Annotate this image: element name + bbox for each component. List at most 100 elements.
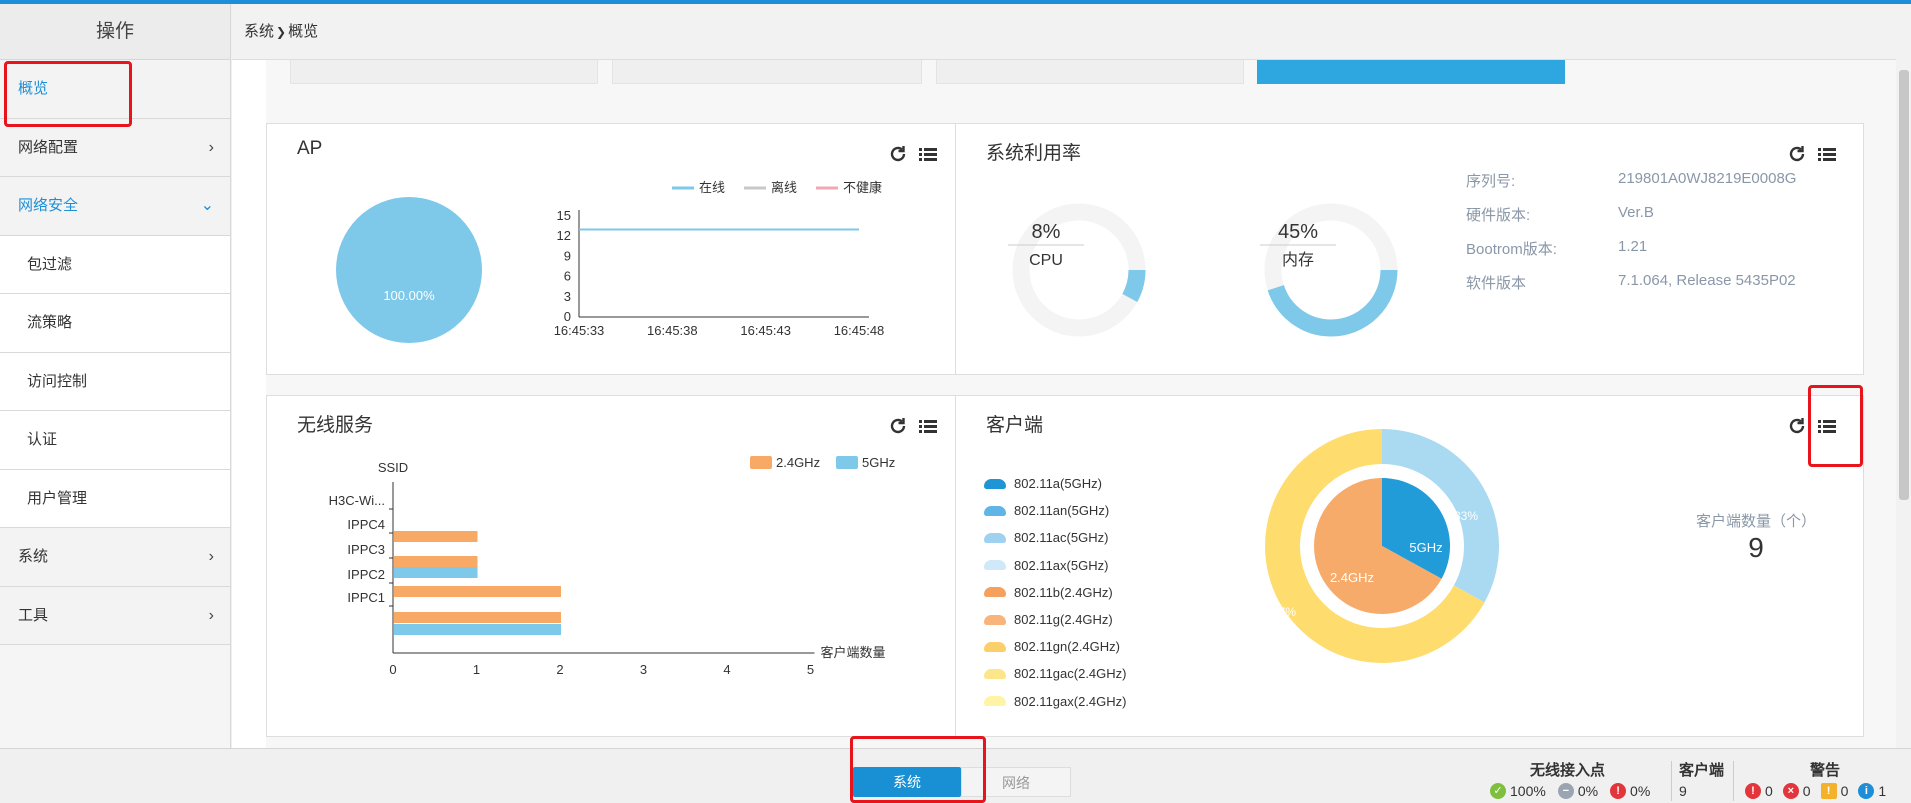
device-info: 序列号: 219801A0WJ8219E0008G 硬件版本: Ver.B Bootro… bbox=[1466, 170, 1856, 306]
chevron-right-icon: › bbox=[208, 548, 214, 565]
alarm-warning-value: 0 bbox=[1840, 783, 1849, 799]
sidebar-item-1[interactable]: 网络配置 › bbox=[0, 118, 230, 177]
outer-value-label: 67% bbox=[1272, 605, 1296, 619]
client-count-label: 客户端数量（个） bbox=[1695, 513, 1816, 530]
sidebar-item-5[interactable]: 访问控制 bbox=[0, 352, 230, 411]
y-tick-label: IPPC1 bbox=[347, 590, 385, 605]
y-tick-label: IPPC2 bbox=[347, 567, 385, 582]
inner-label-5ghz: 5GHz bbox=[1409, 540, 1442, 555]
warning-icon: ! bbox=[1820, 783, 1837, 799]
system-usage-card: 系统利用率 8% CPU 45% 内存 序列号: 219801A0WJ8219E0… bbox=[955, 123, 1864, 375]
x-tick-label: 16:45:43 bbox=[740, 323, 791, 338]
breadcrumb-separator-icon: ❯ bbox=[276, 25, 287, 39]
x-tick-label: 2 bbox=[556, 662, 563, 677]
breadcrumb: 系统 ❯ 概览 bbox=[232, 4, 1911, 60]
client-status-value: 9 bbox=[1679, 783, 1687, 799]
y-axis-title: SSID bbox=[378, 460, 408, 475]
alarm-status-title: 警告 bbox=[1810, 762, 1841, 779]
sidebar-item-8[interactable]: 系统 › bbox=[0, 528, 230, 587]
critical-alarm-icon: ! bbox=[1745, 783, 1761, 799]
minus-icon: − bbox=[1557, 783, 1574, 799]
x-tick-label: 16:45:48 bbox=[834, 323, 885, 338]
summary-tile-2[interactable] bbox=[612, 60, 922, 84]
clients-card: 客户端 802.11a(5GHz) 802.11an(5GHz) 802.11ac(… bbox=[955, 395, 1864, 737]
scrollbar-thumb[interactable] bbox=[1899, 70, 1909, 500]
ap-status-title: 无线接入点 bbox=[1530, 762, 1606, 779]
y-tick-label: 12 bbox=[557, 228, 571, 243]
sidebar-item-9[interactable]: 工具 › bbox=[0, 586, 230, 645]
bar-2-4ghz[interactable] bbox=[394, 531, 478, 542]
legend-swatch bbox=[750, 456, 772, 469]
ap-status-values: ✓ 100% −0% ! 0% bbox=[1490, 783, 1650, 799]
sidebar-item-label: 网络安全 bbox=[18, 197, 79, 214]
ap-minus-value: 0% bbox=[1577, 783, 1599, 799]
status-bar: 系统 网络 无线接入点 ✓ 100% −0% ! 0% 客户端 9 警告 ! 0 × 0… bbox=[0, 748, 1911, 803]
breadcrumb-root[interactable]: 系统 bbox=[244, 23, 274, 40]
info-row: Bootrom版本: 1.21 bbox=[1466, 238, 1856, 272]
sidebar-item-7[interactable]: 用户管理 bbox=[0, 469, 230, 528]
client-status-title: 客户端 bbox=[1679, 762, 1725, 779]
ap-charts: 100.00% 0 3 6 9 12 15 16:45:33 16:45:38 16:45:43… bbox=[336, 180, 885, 343]
status-divider bbox=[1671, 761, 1672, 801]
pie-slice-online[interactable] bbox=[336, 197, 482, 343]
y-tick-label: IPPC4 bbox=[347, 517, 385, 532]
info-row: 序列号: 219801A0WJ8219E0008G bbox=[1466, 170, 1856, 204]
alarm-critical-value: 0 bbox=[1765, 783, 1773, 799]
client-pie: 5GHz 2.4GHz 33% 67% bbox=[1265, 429, 1499, 663]
info-key: Bootrom版本: bbox=[1466, 241, 1557, 258]
wireless-bar-chart: SSID 客户端数量 0 1 2 3 4 5 H3C-Wi... IPPC4 IPPC3 IPPC2 I… bbox=[329, 455, 896, 677]
bar-5ghz[interactable] bbox=[394, 567, 478, 578]
sidebar-item-label: 访问控制 bbox=[27, 372, 88, 390]
sidebar-item-2[interactable]: 网络安全 ⌄ bbox=[0, 177, 230, 236]
sidebar-item-6[interactable]: 认证 bbox=[0, 411, 230, 470]
sidebar-item-label: 流策略 bbox=[27, 314, 73, 331]
sidebar: 操作 概览网络配置 › 网络安全 ⌄ 包过滤流策略访问控制认证用户管理系统 › 工具 › bbox=[0, 4, 231, 748]
sidebar-menu: 概览网络配置 › 网络安全 ⌄ 包过滤流策略访问控制认证用户管理系统 › 工具 › bbox=[0, 60, 230, 645]
info-value: 7.1.064, Release 5435P02 bbox=[1618, 272, 1796, 289]
client-count: 9 bbox=[1748, 532, 1764, 563]
bar-5ghz[interactable] bbox=[394, 624, 561, 635]
info-row: 软件版本 7.1.064, Release 5435P02 bbox=[1466, 272, 1856, 306]
ssid-bar-chart: SSID 客户端数量 0 1 2 3 4 5 H3C-Wi... IPPC4 IPPC3 IPPC2 I… bbox=[329, 455, 896, 677]
x-tick-label: 16:45:38 bbox=[647, 323, 698, 338]
ap-ok-value: 100% bbox=[1510, 783, 1546, 799]
error-icon: ! bbox=[1610, 783, 1627, 799]
network-tab-button[interactable]: 网络 bbox=[961, 767, 1071, 797]
y-tick-label: 9 bbox=[564, 248, 571, 263]
info-value: Ver.B bbox=[1618, 204, 1654, 221]
pie-value-label: 100.00% bbox=[383, 288, 435, 303]
sidebar-item-3[interactable]: 包过滤 bbox=[0, 235, 230, 294]
alarm-status-values: ! 0 × 0 ! 0 i1 bbox=[1745, 783, 1886, 799]
legend-label: 2.4GHz bbox=[776, 455, 820, 470]
breadcrumb-current: 概览 bbox=[288, 23, 319, 40]
summary-tile-1[interactable] bbox=[290, 60, 598, 84]
main-content: 系统 ❯ 概览 AP 100.00% 0 3 6 9 12 15 16:45:33 16:45:3… bbox=[232, 4, 1911, 748]
y-tick-label: H3C-Wi... bbox=[329, 493, 385, 508]
ap-pie-chart: 100.00% bbox=[336, 197, 482, 343]
sidebar-header: 操作 bbox=[0, 4, 230, 60]
x-tick-label: 4 bbox=[723, 662, 730, 677]
info-value: 1.21 bbox=[1618, 238, 1648, 255]
sidebar-item-0[interactable]: 概览 bbox=[0, 60, 230, 119]
system-tab-button[interactable]: 系统 bbox=[853, 767, 961, 797]
memory-value: 45% bbox=[1278, 221, 1318, 243]
x-tick-label: 5 bbox=[807, 662, 814, 677]
bar-2-4ghz[interactable] bbox=[394, 586, 561, 597]
sidebar-item-label: 系统 bbox=[18, 548, 49, 565]
cpu-label: CPU bbox=[1029, 252, 1063, 269]
info-value: 219801A0WJ8219E0008G bbox=[1618, 170, 1797, 187]
sidebar-item-4[interactable]: 流策略 bbox=[0, 294, 230, 353]
bar-2-4ghz[interactable] bbox=[394, 612, 561, 623]
summary-tile-3[interactable] bbox=[936, 60, 1244, 84]
y-tick-label: 6 bbox=[564, 269, 571, 284]
sidebar-item-label: 认证 bbox=[27, 431, 58, 448]
sidebar-item-label: 概览 bbox=[18, 80, 49, 97]
y-tick-label: 3 bbox=[564, 289, 571, 304]
y-tick-label: IPPC3 bbox=[347, 542, 385, 557]
y-tick-label: 0 bbox=[564, 309, 571, 324]
ap-line-chart: 0 3 6 9 12 15 16:45:33 16:45:38 16:45:43 16:45:48… bbox=[554, 180, 885, 338]
bar-2-4ghz[interactable] bbox=[394, 556, 478, 567]
x-tick-label: 1 bbox=[473, 662, 480, 677]
memory-label: 内存 bbox=[1282, 251, 1314, 269]
summary-tile-4[interactable] bbox=[1257, 60, 1565, 84]
